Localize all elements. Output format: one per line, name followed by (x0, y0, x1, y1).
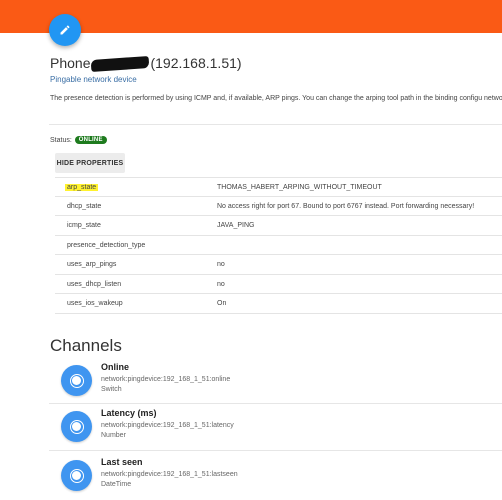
channel-name: Online (101, 362, 130, 372)
property-row: uses_dhcp_listen no (55, 275, 502, 294)
radio-dot-icon (72, 376, 81, 385)
channel-icon (61, 460, 92, 491)
property-row: dhcp_state No access right for port 67. … (55, 197, 502, 216)
property-value: No access right for port 67. Bound to po… (217, 202, 475, 210)
channels-heading: Channels (50, 336, 122, 355)
property-key: dhcp_state (67, 202, 102, 210)
thing-title-suffix: (192.168.1.51) (150, 55, 242, 71)
property-value: no (217, 261, 225, 268)
channel-item-latency[interactable]: Latency (ms) network:pingdevice:192_168_… (49, 408, 502, 452)
channel-item-last-seen[interactable]: Last seen network:pingdevice:192_168_1_5… (49, 457, 502, 500)
property-value: On (217, 300, 227, 307)
property-key: presence_detection_type (67, 241, 146, 249)
redaction-mark (91, 56, 150, 73)
property-value: no (217, 280, 225, 288)
channel-type: Number (101, 432, 126, 439)
thing-title-prefix: Phone (50, 55, 91, 71)
radio-dot-icon (72, 422, 81, 431)
pencil-icon (60, 25, 70, 35)
property-row: uses_arp_pings no (55, 255, 502, 275)
thing-subtitle: Pingable network device (50, 75, 137, 84)
status-row: Status: ONLINE (50, 136, 107, 144)
channel-name: Latency (ms) (101, 408, 157, 418)
channel-type: DateTime (101, 481, 132, 488)
hide-properties-button[interactable]: HIDE PROPERTIES (55, 153, 125, 173)
edit-button[interactable] (49, 14, 81, 46)
channel-item-online[interactable]: Online network:pingdevice:192_168_1_51:o… (49, 362, 502, 406)
channel-icon (61, 411, 92, 442)
property-value: THOMAS_HABERT_ARPING_WITHOUT_TIMEOUT (217, 184, 382, 191)
property-key: icmp_state (67, 222, 101, 229)
thing-title: Phone (192.168.1.51) (50, 55, 242, 73)
status-badge: ONLINE (74, 136, 107, 144)
property-key: uses_arp_pings (67, 261, 117, 268)
property-value: JAVA_PING (217, 222, 255, 229)
channel-uid: network:pingdevice:192_168_1_51:online (101, 376, 231, 383)
property-row: uses_ios_wakeup On (55, 294, 502, 314)
divider (49, 403, 502, 404)
channel-type: Switch (101, 386, 122, 393)
thing-description: The presence detection is performed by u… (50, 95, 502, 102)
property-row: presence_detection_type (55, 236, 502, 255)
status-label: Status: (50, 136, 72, 144)
property-row: icmp_state JAVA_PING (55, 216, 502, 236)
properties-table: arp_state THOMAS_HABERT_ARPING_WITHOUT_T… (55, 177, 502, 314)
property-row: arp_state THOMAS_HABERT_ARPING_WITHOUT_T… (55, 177, 502, 197)
divider (49, 124, 502, 125)
property-key: uses_ios_wakeup (67, 300, 123, 307)
channel-icon (61, 365, 92, 396)
channel-uid: network:pingdevice:192_168_1_51:latency (101, 422, 234, 429)
property-key: uses_dhcp_listen (67, 280, 122, 288)
divider (49, 450, 502, 451)
channel-uid: network:pingdevice:192_168_1_51:lastseen (101, 471, 238, 478)
channel-name: Last seen (101, 457, 143, 467)
radio-dot-icon (72, 471, 81, 480)
property-key: arp_state (65, 184, 99, 191)
